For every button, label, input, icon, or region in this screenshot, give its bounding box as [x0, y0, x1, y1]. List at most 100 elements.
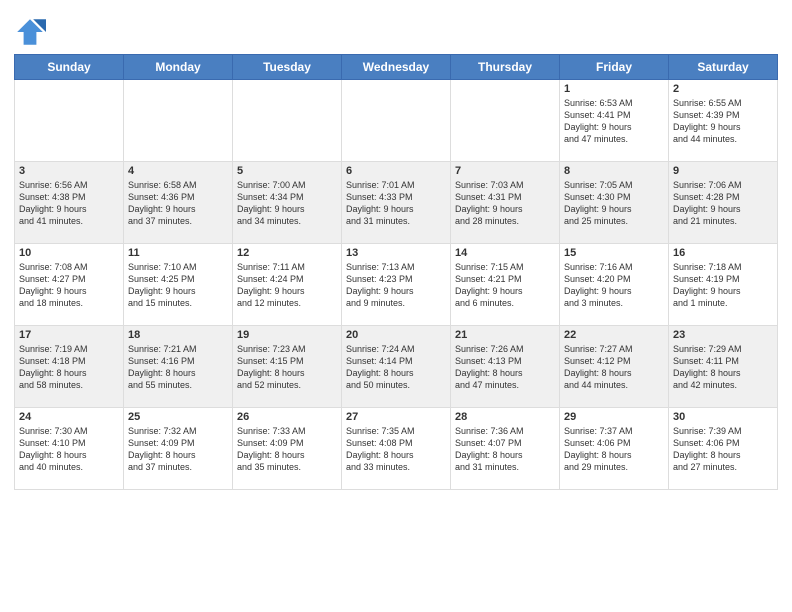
calendar-cell: 9Sunrise: 7:06 AM Sunset: 4:28 PM Daylig… [669, 162, 778, 244]
calendar-cell: 30Sunrise: 7:39 AM Sunset: 4:06 PM Dayli… [669, 408, 778, 490]
calendar-header-sunday: Sunday [15, 55, 124, 80]
day-number: 30 [673, 411, 773, 423]
day-info: Sunrise: 6:55 AM Sunset: 4:39 PM Dayligh… [673, 97, 773, 146]
day-number: 8 [564, 165, 664, 177]
calendar-cell: 8 Sunrise: 7:05 AM Sunset: 4:30 PM Daylig… [560, 162, 669, 244]
calendar-cell: 29 Sunrise: 7:37 AM Sunset: 4:06 PM Dayli… [560, 408, 669, 490]
page: SundayMondayTuesdayWednesdayThursdayFrid… [0, 0, 792, 612]
day-info: Sunrise: 7:30 AM Sunset: 4:10 PM Dayligh… [19, 425, 119, 474]
calendar-week-3: 10 Sunrise: 7:08 AM Sunset: 4:27 PM Dayli… [15, 244, 778, 326]
calendar-cell: 2 Sunrise: 6:55 AM Sunset: 4:39 PM Daylig… [669, 80, 778, 162]
day-info: Sunrise: 7:29 AM Sunset: 4:11 PM Dayligh… [673, 343, 773, 392]
calendar-cell: 7 Sunrise: 7:03 AM Sunset: 4:31 PM Daylig… [451, 162, 560, 244]
calendar-cell [15, 80, 124, 162]
day-number: 6 [346, 165, 446, 177]
calendar-cell: 16Sunrise: 7:18 AM Sunset: 4:19 PM Dayli… [669, 244, 778, 326]
day-number: 14 [455, 247, 555, 259]
day-info: Sunrise: 7:19 AM Sunset: 4:18 PM Dayligh… [19, 343, 119, 392]
calendar-cell: 20 Sunrise: 7:24 AM Sunset: 4:14 PM Dayli… [342, 326, 451, 408]
day-info: Sunrise: 7:24 AM Sunset: 4:14 PM Dayligh… [346, 343, 446, 392]
day-number: 10 [19, 247, 119, 259]
day-number: 26 [237, 411, 337, 423]
calendar-cell: 15Sunrise: 7:16 AM Sunset: 4:20 PM Dayli… [560, 244, 669, 326]
calendar-week-1: 1Sunrise: 6:53 AM Sunset: 4:41 PM Daylig… [15, 80, 778, 162]
calendar-header-wednesday: Wednesday [342, 55, 451, 80]
day-number: 4 [128, 165, 228, 177]
calendar-header-monday: Monday [124, 55, 233, 80]
calendar-cell [124, 80, 233, 162]
day-info: Sunrise: 7:11 AM Sunset: 4:24 PM Dayligh… [237, 261, 337, 310]
calendar-cell: 26Sunrise: 7:33 AM Sunset: 4:09 PM Dayli… [233, 408, 342, 490]
day-number: 7 [455, 165, 555, 177]
calendar-cell: 18 Sunrise: 7:21 AM Sunset: 4:16 PM Dayli… [124, 326, 233, 408]
day-info: Sunrise: 7:00 AM Sunset: 4:34 PM Dayligh… [237, 179, 337, 228]
day-number: 13 [346, 247, 446, 259]
calendar-cell [451, 80, 560, 162]
day-number: 12 [237, 247, 337, 259]
day-number: 27 [346, 411, 446, 423]
day-info: Sunrise: 7:15 AM Sunset: 4:21 PM Dayligh… [455, 261, 555, 310]
day-info: Sunrise: 7:32 AM Sunset: 4:09 PM Dayligh… [128, 425, 228, 474]
day-number: 22 [564, 329, 664, 341]
calendar-cell: 1Sunrise: 6:53 AM Sunset: 4:41 PM Daylig… [560, 80, 669, 162]
logo-icon [14, 16, 46, 48]
calendar-week-2: 3 Sunrise: 6:56 AM Sunset: 4:38 PM Daylig… [15, 162, 778, 244]
calendar-cell: 17 Sunrise: 7:19 AM Sunset: 4:18 PM Dayli… [15, 326, 124, 408]
day-number: 28 [455, 411, 555, 423]
calendar-header-friday: Friday [560, 55, 669, 80]
day-info: Sunrise: 7:36 AM Sunset: 4:07 PM Dayligh… [455, 425, 555, 474]
day-number: 19 [237, 329, 337, 341]
calendar-cell: 27 Sunrise: 7:35 AM Sunset: 4:08 PM Dayli… [342, 408, 451, 490]
calendar-cell: 13Sunrise: 7:13 AM Sunset: 4:23 PM Dayli… [342, 244, 451, 326]
header [14, 10, 778, 48]
calendar-cell: 11 Sunrise: 7:10 AM Sunset: 4:25 PM Dayli… [124, 244, 233, 326]
day-info: Sunrise: 7:23 AM Sunset: 4:15 PM Dayligh… [237, 343, 337, 392]
calendar-cell: 5 Sunrise: 7:00 AM Sunset: 4:34 PM Daylig… [233, 162, 342, 244]
calendar-cell: 6 Sunrise: 7:01 AM Sunset: 4:33 PM Daylig… [342, 162, 451, 244]
day-number: 3 [19, 165, 119, 177]
day-info: Sunrise: 7:05 AM Sunset: 4:30 PM Dayligh… [564, 179, 664, 228]
calendar-cell: 22 Sunrise: 7:27 AM Sunset: 4:12 PM Dayli… [560, 326, 669, 408]
day-number: 29 [564, 411, 664, 423]
calendar-cell: 19 Sunrise: 7:23 AM Sunset: 4:15 PM Dayli… [233, 326, 342, 408]
calendar-header-tuesday: Tuesday [233, 55, 342, 80]
day-number: 18 [128, 329, 228, 341]
day-info: Sunrise: 7:03 AM Sunset: 4:31 PM Dayligh… [455, 179, 555, 228]
calendar-header-thursday: Thursday [451, 55, 560, 80]
day-info: Sunrise: 7:26 AM Sunset: 4:13 PM Dayligh… [455, 343, 555, 392]
day-info: Sunrise: 7:27 AM Sunset: 4:12 PM Dayligh… [564, 343, 664, 392]
calendar-cell [233, 80, 342, 162]
calendar-week-5: 24Sunrise: 7:30 AM Sunset: 4:10 PM Dayli… [15, 408, 778, 490]
calendar-header-saturday: Saturday [669, 55, 778, 80]
day-number: 25 [128, 411, 228, 423]
day-info: Sunrise: 7:08 AM Sunset: 4:27 PM Dayligh… [19, 261, 119, 310]
day-number: 20 [346, 329, 446, 341]
day-number: 17 [19, 329, 119, 341]
calendar-cell: 24Sunrise: 7:30 AM Sunset: 4:10 PM Dayli… [15, 408, 124, 490]
calendar-cell: 12 Sunrise: 7:11 AM Sunset: 4:24 PM Dayli… [233, 244, 342, 326]
day-number: 23 [673, 329, 773, 341]
calendar-cell: 10 Sunrise: 7:08 AM Sunset: 4:27 PM Dayli… [15, 244, 124, 326]
day-info: Sunrise: 7:35 AM Sunset: 4:08 PM Dayligh… [346, 425, 446, 474]
calendar-header-row: SundayMondayTuesdayWednesdayThursdayFrid… [15, 55, 778, 80]
day-number: 1 [564, 83, 664, 95]
day-number: 5 [237, 165, 337, 177]
day-info: Sunrise: 7:10 AM Sunset: 4:25 PM Dayligh… [128, 261, 228, 310]
day-number: 15 [564, 247, 664, 259]
calendar-cell: 14 Sunrise: 7:15 AM Sunset: 4:21 PM Dayli… [451, 244, 560, 326]
calendar-cell: 3 Sunrise: 6:56 AM Sunset: 4:38 PM Daylig… [15, 162, 124, 244]
logo [14, 16, 50, 48]
day-info: Sunrise: 6:56 AM Sunset: 4:38 PM Dayligh… [19, 179, 119, 228]
day-info: Sunrise: 7:01 AM Sunset: 4:33 PM Dayligh… [346, 179, 446, 228]
calendar-cell: 4 Sunrise: 6:58 AM Sunset: 4:36 PM Daylig… [124, 162, 233, 244]
day-number: 11 [128, 247, 228, 259]
day-number: 16 [673, 247, 773, 259]
day-info: Sunrise: 7:37 AM Sunset: 4:06 PM Dayligh… [564, 425, 664, 474]
day-info: Sunrise: 6:58 AM Sunset: 4:36 PM Dayligh… [128, 179, 228, 228]
calendar-cell: 21Sunrise: 7:26 AM Sunset: 4:13 PM Dayli… [451, 326, 560, 408]
calendar-table: SundayMondayTuesdayWednesdayThursdayFrid… [14, 54, 778, 490]
day-info: Sunrise: 7:06 AM Sunset: 4:28 PM Dayligh… [673, 179, 773, 228]
calendar-cell: 25 Sunrise: 7:32 AM Sunset: 4:09 PM Dayli… [124, 408, 233, 490]
day-number: 2 [673, 83, 773, 95]
day-info: Sunrise: 7:21 AM Sunset: 4:16 PM Dayligh… [128, 343, 228, 392]
